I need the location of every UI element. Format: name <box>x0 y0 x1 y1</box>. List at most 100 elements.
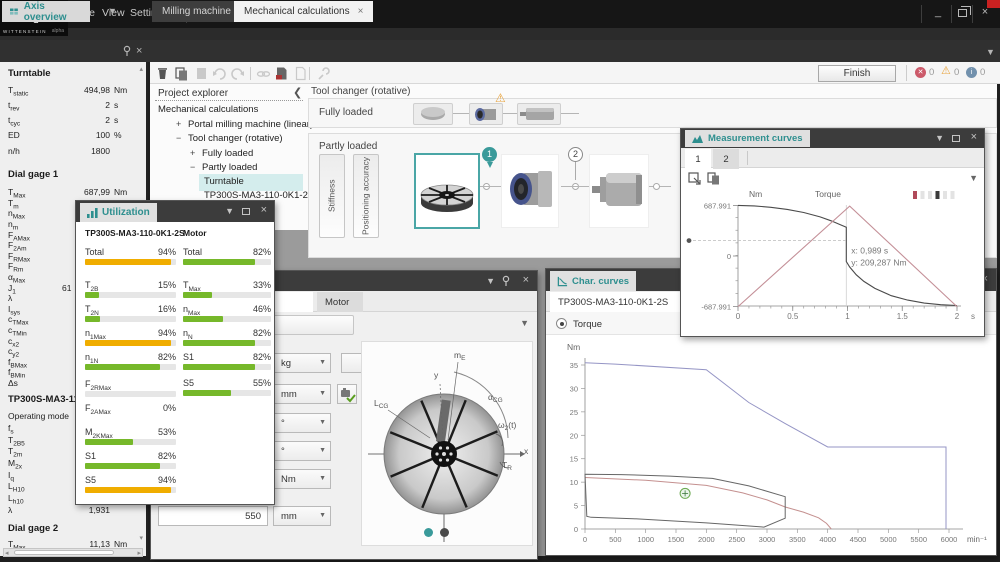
finish-button[interactable]: Finish <box>818 65 896 82</box>
tab-motor[interactable]: Motor <box>317 292 363 312</box>
tab-overflow-icon[interactable]: ▼ <box>969 173 978 183</box>
motor-column-header: Motor <box>183 228 207 238</box>
svg-text:LCG: LCG <box>374 398 388 410</box>
tree-item[interactable]: Mechanical calculations <box>150 104 305 117</box>
svg-text:1500: 1500 <box>668 535 685 544</box>
delete-icon[interactable] <box>155 66 170 81</box>
restore-button[interactable] <box>958 9 967 17</box>
chevron-down-icon[interactable]: ▼ <box>486 276 495 286</box>
motor-image[interactable] <box>589 154 649 228</box>
minimize-button[interactable]: _ <box>930 6 946 18</box>
export-chart-icon[interactable] <box>688 172 701 185</box>
panel-title: Measurement curves <box>708 133 803 144</box>
gearbox-image[interactable] <box>501 154 559 228</box>
maximize-icon[interactable] <box>952 135 960 142</box>
scroll-right-icon[interactable]: ▸ <box>137 549 141 557</box>
tree-toggle[interactable]: − <box>190 162 195 172</box>
tree-toggle[interactable]: + <box>176 119 181 129</box>
tree-toggle[interactable]: + <box>190 148 195 158</box>
scroll-down-icon[interactable]: ▾ <box>139 534 143 542</box>
pin-icon[interactable] <box>122 45 132 57</box>
close-panel-icon[interactable]: × <box>261 204 267 216</box>
tree-item[interactable]: −Tool changer (rotative) <box>150 133 305 146</box>
utilization-fill <box>183 316 223 322</box>
stiffness-button[interactable]: Stiffness <box>319 154 345 238</box>
gearbox-graphic <box>502 155 556 225</box>
page-dot-active[interactable] <box>424 528 433 537</box>
panel-titlebar[interactable]: Measurement curves ▼ × <box>681 129 984 148</box>
mountain-chart-icon <box>692 134 704 144</box>
char-curves-tab[interactable]: Char. curves <box>550 271 636 291</box>
unit-dropdown[interactable]: °▼ <box>273 441 331 461</box>
close-panel-icon[interactable]: × <box>136 45 142 57</box>
copy-chart-icon[interactable] <box>707 172 720 185</box>
chevron-down-icon: ▼ <box>319 512 326 519</box>
measurement-chart: Nm Torque 00.511.52687.9910-687.991 s x:… <box>683 187 983 335</box>
curve-icon <box>557 276 568 287</box>
utilization-track <box>183 292 271 298</box>
value-input[interactable]: 550 <box>158 506 268 526</box>
svg-text:0.5: 0.5 <box>787 312 799 321</box>
positioning-accuracy-button[interactable]: Positioning accuracy <box>353 154 379 238</box>
tab-overflow-icon[interactable]: ▼ <box>520 318 529 328</box>
svg-text:4000: 4000 <box>819 535 836 544</box>
maximize-icon[interactable] <box>242 208 250 215</box>
utilization-item: nN82% <box>183 328 271 341</box>
unit-dropdown[interactable]: kg▼ <box>273 353 331 373</box>
unit-dropdown[interactable]: mm▼ <box>273 506 331 526</box>
svg-text:x: 0,989 s: x: 0,989 s <box>851 246 888 256</box>
tab-1[interactable]: 1 <box>685 149 711 169</box>
tree-item[interactable]: +Portal milling machine (linear) <box>150 119 305 132</box>
scroll-left-icon[interactable]: ◂ <box>5 549 9 557</box>
close-tab-icon[interactable]: × <box>358 6 364 17</box>
turntable-thumb[interactable] <box>413 103 453 125</box>
unit-dropdown[interactable]: mm▼ <box>273 384 331 404</box>
export-report-icon[interactable] <box>274 66 289 81</box>
tab-milling-machine[interactable]: Milling machine <box>152 1 241 22</box>
page-dot[interactable] <box>440 528 449 537</box>
copy-icon[interactable] <box>174 66 189 81</box>
chevron-down-icon[interactable]: ▼ <box>225 206 234 216</box>
svg-text:687.991: 687.991 <box>704 201 731 210</box>
pin-icon[interactable] <box>501 275 511 287</box>
utilization-item: S182% <box>85 451 176 461</box>
torque-radio[interactable] <box>556 318 567 329</box>
chevron-down-icon[interactable]: ▼ <box>108 6 117 16</box>
tab-2[interactable]: 2 <box>713 149 739 169</box>
tree-item[interactable]: Turntable <box>150 176 305 189</box>
chevron-down-icon: ▼ <box>319 475 326 482</box>
turntable-image[interactable] <box>414 153 480 229</box>
panel-titlebar[interactable]: Utilization ▼ × <box>76 201 274 222</box>
utilization-track <box>183 364 271 370</box>
horizontal-scrollbar[interactable]: ◂ ▸ <box>3 548 143 557</box>
tab-mechanical-calculations[interactable]: Mechanical calculations × <box>234 1 373 22</box>
tree-toggle[interactable]: − <box>176 133 181 143</box>
close-panel-icon[interactable]: × <box>523 274 529 286</box>
measurement-curves-tab[interactable]: Measurement curves <box>685 130 810 147</box>
tab-gearbox[interactable]: TP300S-MA3-110-0K1-2S <box>550 292 688 312</box>
tab-axis-overview[interactable]: Axis overview <box>2 1 90 22</box>
gearbox-thumb[interactable] <box>469 103 503 125</box>
axis-row: Tstatic494,98Nm <box>0 85 146 96</box>
utilization-track <box>183 340 271 346</box>
chevron-down-icon[interactable]: ▼ <box>935 133 944 143</box>
utilization-item: nMax46% <box>183 304 271 317</box>
utilization-track <box>183 316 271 322</box>
application-window: WITTENSTEIN alpha File View Settings ? _… <box>0 0 1000 562</box>
close-panel-icon[interactable]: × <box>971 131 977 143</box>
scrollbar-thumb[interactable] <box>14 550 114 555</box>
unit-dropdown[interactable]: °▼ <box>273 413 331 433</box>
char-curves-chart: Nm 0500100015002000250030003500400045005… <box>547 336 996 555</box>
utilization-tab[interactable]: Utilization <box>80 203 157 222</box>
tab-overflow-icon[interactable]: ▼ <box>986 47 995 57</box>
apply-geometry-button[interactable] <box>337 384 357 404</box>
motor-thumb[interactable] <box>517 103 561 125</box>
tree-item[interactable]: +Fully loaded <box>150 148 305 161</box>
marker-2[interactable]: 2 <box>568 147 583 180</box>
brand-sub: alpha <box>52 28 64 34</box>
unit-dropdown[interactable]: Nm▼ <box>273 469 331 489</box>
marker-1[interactable]: 1 <box>482 147 497 168</box>
scroll-up-icon[interactable]: ▴ <box>139 65 143 73</box>
axis-row: TMax687,99Nm <box>0 187 146 198</box>
info-count: 0 <box>980 67 985 78</box>
